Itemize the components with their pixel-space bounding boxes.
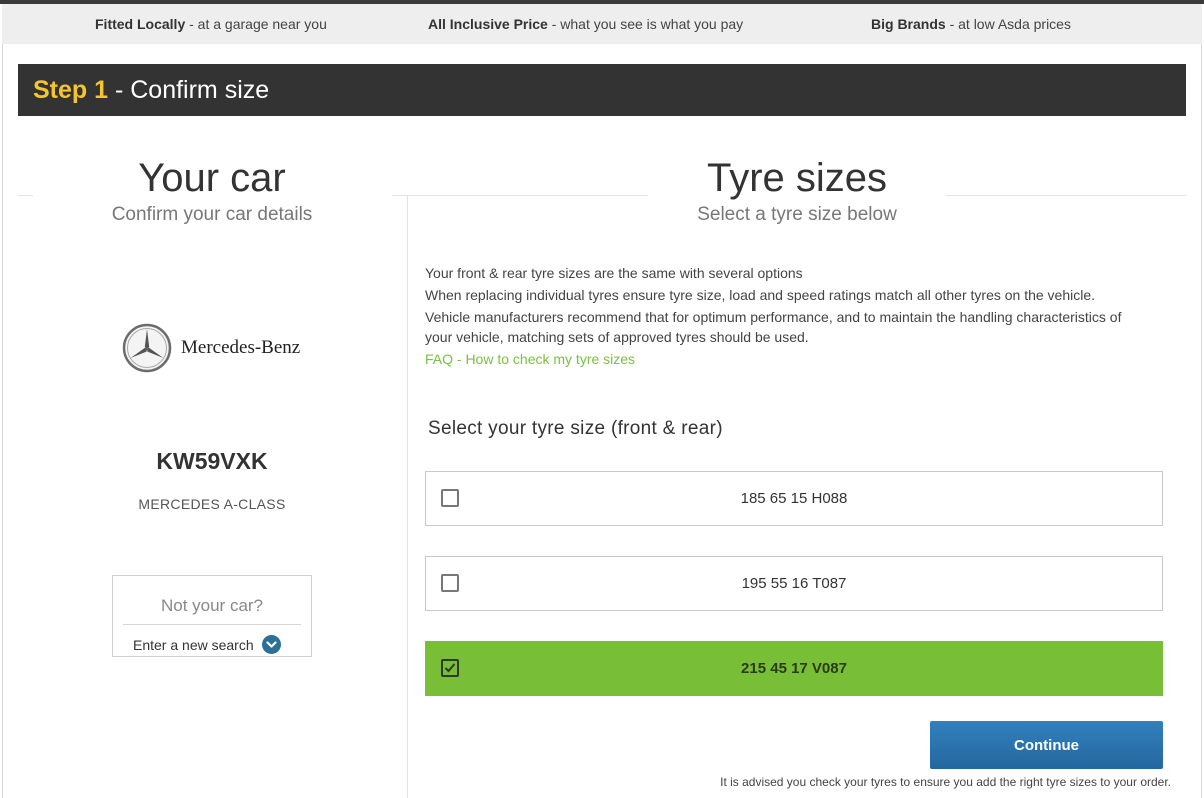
mercedes-star-icon [122, 323, 172, 373]
step-number: Step 1 [33, 75, 109, 104]
car-model: MERCEDES A-CLASS [138, 496, 286, 512]
divider-left-a [18, 195, 33, 196]
info-line: When replacing individual tyres ensure t… [425, 287, 1096, 303]
tyre-option[interactable]: 195 55 16 T087 [425, 556, 1163, 611]
tyre-option-label: 195 55 16 T087 [741, 575, 847, 592]
advice-text: It is advised you check your tyres to en… [720, 775, 1171, 789]
info-line: Vehicle manufacturers recommend that for… [425, 309, 1122, 345]
continue-button[interactable]: Continue [930, 721, 1163, 769]
tyre-title: Tyre sizes [706, 156, 888, 200]
car-title: Your car [138, 156, 286, 200]
chevron-down-icon[interactable] [261, 635, 281, 654]
tyre-option-label: 185 65 15 H088 [740, 490, 848, 507]
benefit-fitted-locally: Fitted Locally - at a garage near you [95, 16, 327, 32]
check-icon [444, 663, 456, 673]
step-label: - Confirm size [108, 75, 270, 104]
benefits-bar: Fitted Locally - at a garage near you Al… [2, 4, 1202, 44]
car-heading: Your car Confirm your car details [32, 156, 392, 226]
not-your-car-divider [123, 624, 301, 625]
tyre-heading: Tyre sizes Select a tyre size below [648, 156, 946, 226]
tyre-subtitle: Select a tyre size below [697, 204, 897, 225]
tyre-info: Your front & rear tyre sizes are the sam… [425, 263, 1145, 371]
brand-name: Mercedes-Benz [181, 337, 301, 358]
new-search-link[interactable]: Enter a new search [133, 635, 281, 654]
step-header: Step 1 - Confirm size [18, 64, 1186, 116]
select-tyre-title: Select your tyre size (front & rear) [428, 418, 723, 439]
tyre-option-selected[interactable]: 215 45 17 V087 [425, 641, 1163, 696]
info-line: Your front & rear tyre sizes are the sam… [425, 265, 803, 281]
benefit-big-brands: Big Brands - at low Asda prices [871, 16, 1071, 32]
faq-link[interactable]: FAQ - How to check my tyre sizes [425, 349, 1145, 369]
car-subtitle: Confirm your car details [111, 204, 313, 225]
new-search-label: Enter a new search [133, 636, 254, 653]
checkbox-checked[interactable] [441, 659, 459, 677]
checkbox[interactable] [441, 574, 459, 592]
tyre-option[interactable]: 185 65 15 H088 [425, 471, 1163, 526]
car-brand-logo: Mercedes-Benz [122, 323, 300, 373]
not-your-car-label: Not your car? [160, 596, 264, 615]
registration-number: KW59VXK [156, 448, 268, 474]
checkbox[interactable] [441, 489, 459, 507]
benefit-all-inclusive-price: All Inclusive Price - what you see is wh… [428, 16, 744, 32]
not-your-car-box: Not your car? Enter a new search [112, 575, 312, 657]
divider-right [946, 195, 1186, 196]
tyre-option-label: 215 45 17 V087 [741, 660, 847, 677]
column-divider [407, 196, 408, 798]
divider-middle [392, 195, 648, 196]
